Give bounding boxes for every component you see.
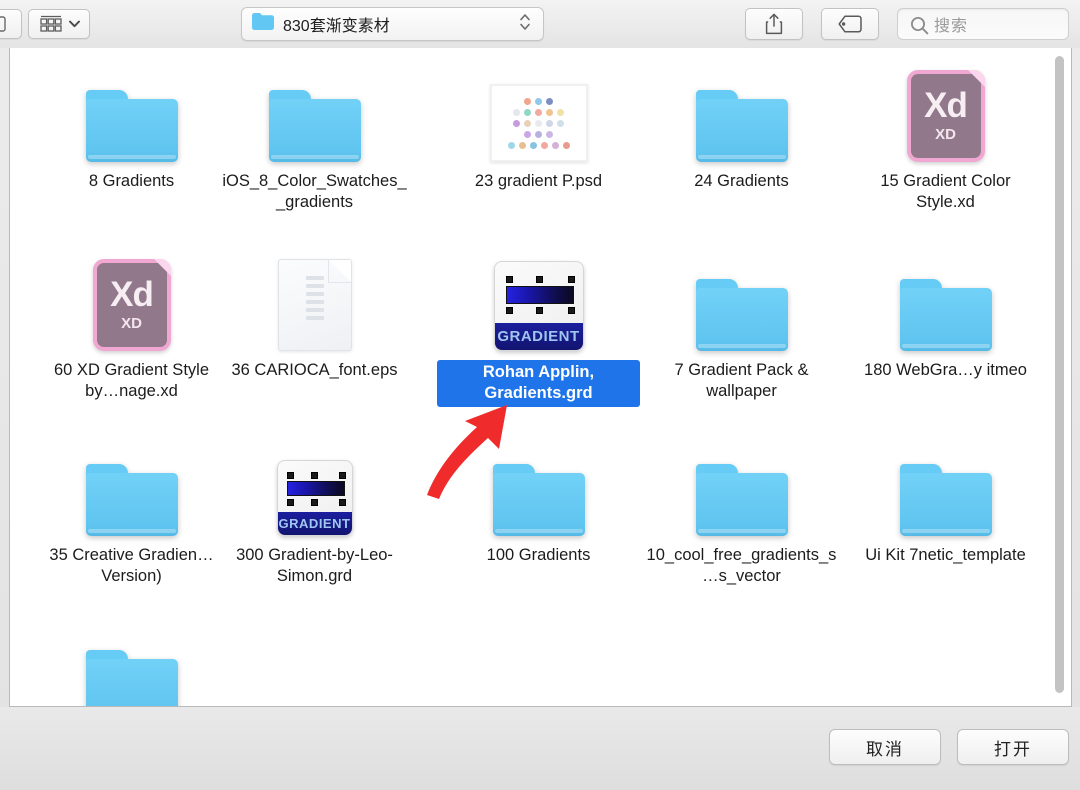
file-icon <box>30 58 233 162</box>
file-icon: GRADIENT <box>213 432 416 536</box>
vertical-scrollbar-thumb[interactable] <box>1055 56 1064 693</box>
folder-icon <box>695 90 788 162</box>
file-item[interactable]: 36 CARIOCA_font.eps <box>213 247 416 381</box>
psd-thumbnail-icon <box>489 84 588 162</box>
folder-icon <box>85 90 178 162</box>
cancel-button[interactable]: 取消 <box>829 729 941 765</box>
file-name-label: 24 Gradients <box>694 172 789 190</box>
file-name-label: 60 XD Gradient Style by…nage.xd <box>54 361 209 400</box>
folder-icon <box>268 90 361 162</box>
tag-icon <box>838 15 862 33</box>
file-item[interactable] <box>30 618 233 706</box>
adobe-xd-file-icon: Xd XD <box>906 70 985 162</box>
file-item[interactable]: 100 Gradients <box>437 432 640 566</box>
folder-icon <box>899 279 992 351</box>
file-name-label: 7 Gradient Pack & wallpaper <box>674 361 809 400</box>
file-item[interactable]: 10_cool_free_gradients_s…s_vector <box>640 432 843 587</box>
file-icon <box>30 432 233 536</box>
file-name-label: 100 Gradients <box>486 546 591 564</box>
gradient-grd-file-icon: GRADIENT <box>493 261 584 351</box>
folder-icon <box>85 464 178 536</box>
file-item[interactable]: 24 Gradients <box>640 58 843 192</box>
file-icon: Xd XD <box>30 247 233 351</box>
file-name-label: Rohan Applin, Gradients.grd <box>437 360 640 407</box>
file-item[interactable]: 23 gradient P.psd <box>437 58 640 192</box>
search-icon <box>910 16 929 40</box>
file-icon <box>437 58 640 162</box>
gradient-grd-file-icon: GRADIENT <box>276 460 353 536</box>
dialog-footer: 取消 打开 <box>0 707 1080 790</box>
file-name-label: 15 Gradient Color Style.xd <box>880 172 1011 211</box>
file-name-label: 300 Gradient-by-Leo-Simon.grd <box>236 546 393 585</box>
gradient-badge-label: GRADIENT <box>497 328 580 345</box>
folder-icon <box>695 464 788 536</box>
file-icon <box>640 432 843 536</box>
back-forward-button[interactable] <box>0 9 22 39</box>
up-down-stepper-icon[interactable] <box>519 11 533 38</box>
path-popup-label: 830套渐变素材 <box>283 18 390 35</box>
file-icon <box>437 432 640 536</box>
file-item[interactable]: Xd XD 60 XD Gradient Style by…nage.xd <box>30 247 233 402</box>
file-name-label: Ui Kit 7netic_template <box>865 546 1026 564</box>
file-name-label: 36 CARIOCA_font.eps <box>231 361 398 379</box>
search-placeholder: 搜索 <box>934 18 969 35</box>
icon-view-grid-icon <box>40 15 62 32</box>
icon-grid: 8 Gradients iOS_8_Color_Swatches__gradien… <box>10 48 1071 706</box>
search-input[interactable]: 搜索 <box>897 8 1069 40</box>
share-button[interactable] <box>745 8 803 40</box>
file-name-label: 10_cool_free_gradients_s…s_vector <box>646 546 837 585</box>
share-icon <box>765 13 783 35</box>
folder-icon <box>252 13 274 35</box>
file-icon <box>213 58 416 162</box>
open-file-dialog: 830套渐变素材 搜索 8 Gradients iOS_8_Color_Swat… <box>0 0 1080 790</box>
file-icon <box>844 247 1047 351</box>
file-item[interactable]: GRADIENT 300 Gradient-by-Leo-Simon.grd <box>213 432 416 587</box>
file-item[interactable]: Ui Kit 7netic_template <box>844 432 1047 566</box>
file-name-label: 35 Creative Gradien…Version) <box>49 546 214 585</box>
view-mode-button[interactable] <box>28 9 90 39</box>
path-popup-button[interactable]: 830套渐变素材 <box>241 7 544 41</box>
vertical-scrollbar-track[interactable] <box>1055 51 1068 704</box>
file-icon: Xd XD <box>844 58 1047 162</box>
folder-icon <box>899 464 992 536</box>
file-item-selected[interactable]: GRADIENT Rohan Applin, Gradients.grd <box>437 247 640 407</box>
folder-icon <box>85 650 178 706</box>
adobe-xd-file-icon: Xd XD <box>92 259 171 351</box>
file-item[interactable]: iOS_8_Color_Swatches__gradients <box>213 58 416 213</box>
tag-button[interactable] <box>821 8 879 40</box>
file-name-label: 8 Gradients <box>88 172 175 190</box>
chevron-left-icon <box>0 16 6 32</box>
gradient-badge-label: GRADIENT <box>278 516 351 531</box>
toolbar: 830套渐变素材 搜索 <box>0 0 1080 48</box>
file-icon <box>844 432 1047 536</box>
file-item[interactable]: 35 Creative Gradien…Version) <box>30 432 233 587</box>
file-name-label: iOS_8_Color_Swatches__gradients <box>222 172 407 211</box>
document-file-icon <box>277 259 352 351</box>
file-icon <box>640 58 843 162</box>
file-icon <box>213 247 416 351</box>
file-icon <box>640 247 843 351</box>
open-button[interactable]: 打开 <box>957 729 1069 765</box>
file-icon: GRADIENT <box>437 247 640 351</box>
folder-icon <box>695 279 788 351</box>
file-icon <box>30 618 233 706</box>
file-item[interactable]: 180 WebGra…y itmeo <box>844 247 1047 381</box>
file-item[interactable]: Xd XD 15 Gradient Color Style.xd <box>844 58 1047 213</box>
file-name-label: 23 gradient P.psd <box>474 172 603 190</box>
file-browser-area[interactable]: 8 Gradients iOS_8_Color_Swatches__gradien… <box>9 48 1072 707</box>
file-name-label: 180 WebGra…y itmeo <box>864 361 1027 379</box>
file-item[interactable]: 8 Gradients <box>30 58 233 192</box>
chevron-down-icon <box>69 20 80 28</box>
file-item[interactable]: 7 Gradient Pack & wallpaper <box>640 247 843 402</box>
folder-icon <box>492 464 585 536</box>
